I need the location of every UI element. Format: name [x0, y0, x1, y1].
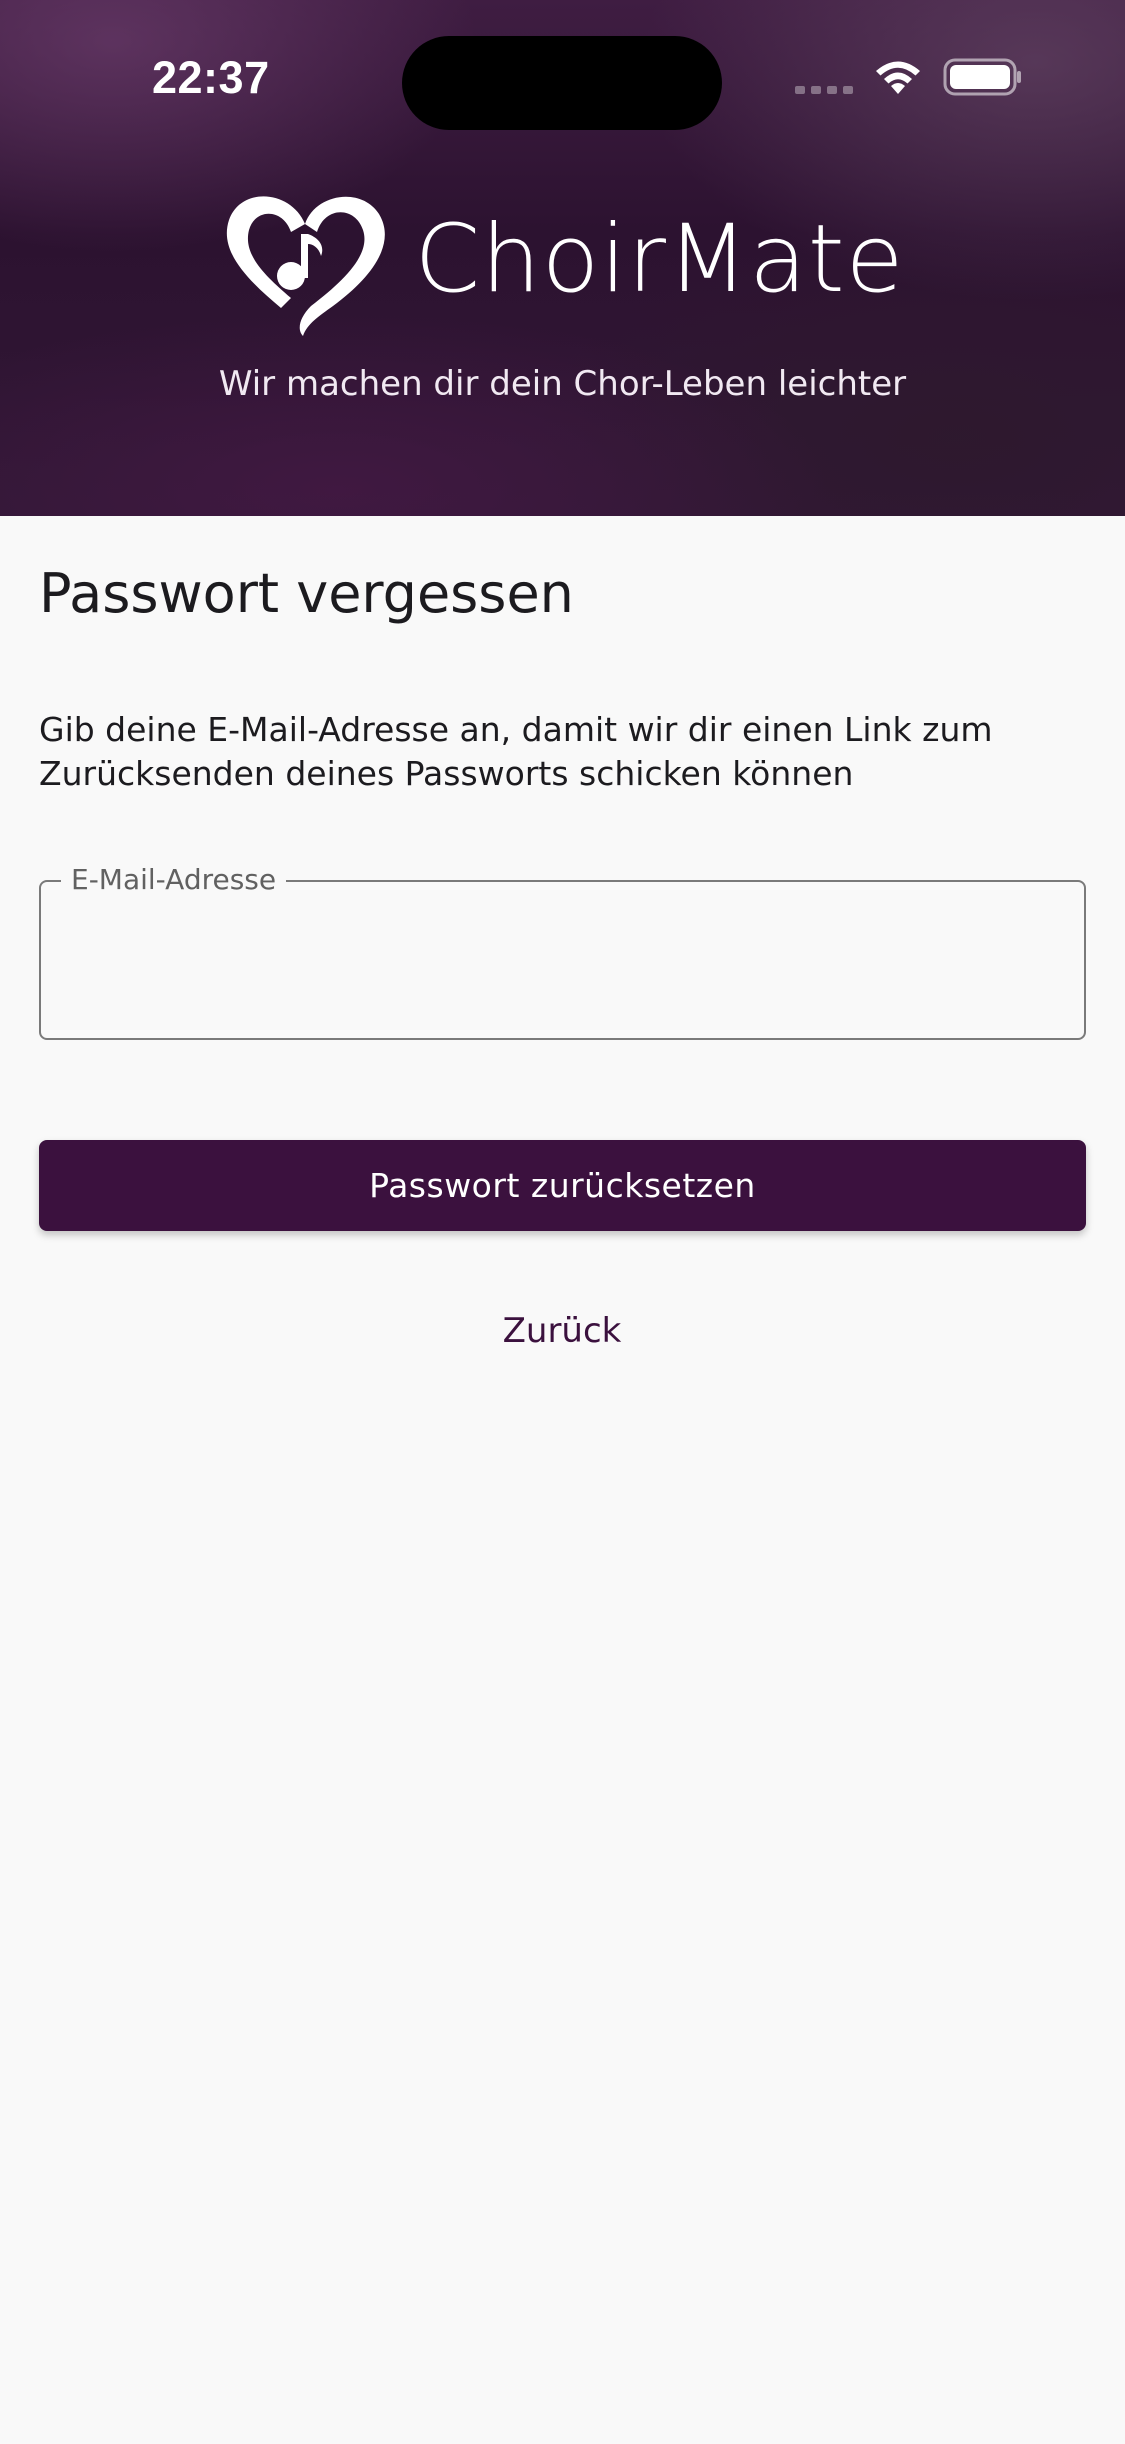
- cellular-signal-icon: [795, 60, 853, 94]
- email-field[interactable]: E-Mail-Adresse: [39, 864, 1086, 1040]
- email-input[interactable]: [71, 922, 1051, 1002]
- app-header: 22:37 ChoirMate Wir machen dir dein Chor…: [0, 0, 1125, 516]
- heart-music-note-icon: [221, 180, 389, 336]
- brand-name: ChoirMate: [414, 205, 905, 314]
- dynamic-island: [402, 36, 722, 130]
- status-bar-icons: [795, 58, 1023, 96]
- brand-tagline: Wir machen dir dein Chor-Leben leichter: [218, 364, 907, 404]
- reset-password-button[interactable]: Passwort zurücksetzen: [39, 1140, 1086, 1231]
- battery-icon: [943, 58, 1023, 96]
- forgot-password-screen: 22:37 ChoirMate Wir machen dir dein Chor…: [0, 0, 1125, 2444]
- status-bar-time: 22:37: [152, 52, 270, 103]
- page-title: Passwort vergessen: [39, 562, 574, 625]
- email-field-label: E-Mail-Adresse: [61, 864, 287, 896]
- forgot-password-form: Passwort vergessen Gib deine E-Mail-Adre…: [0, 516, 1125, 2444]
- brand-logo: ChoirMate: [0, 180, 1125, 336]
- wifi-icon: [873, 58, 923, 96]
- instruction-text: Gib deine E-Mail-Adresse an, damit wir d…: [39, 710, 993, 793]
- back-button[interactable]: Zurück: [412, 1296, 712, 1366]
